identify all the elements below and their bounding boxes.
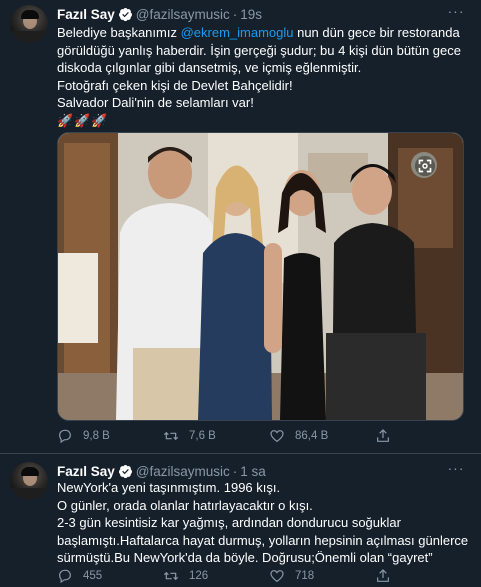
text-line: diskoda çılgınlar gibi dansetmiş, ve içm…: [57, 60, 362, 75]
reply-count: 455: [83, 570, 103, 582]
reply-count: 9,8 B: [83, 430, 110, 442]
retweet-button[interactable]: 126: [163, 568, 208, 584]
like-button[interactable]: 718: [269, 568, 314, 584]
separator: ·: [232, 6, 238, 22]
author-name[interactable]: Fazıl Say: [57, 464, 115, 479]
reply-icon: [59, 429, 71, 444]
text-line: NewYork'a yeni taşınmıştım. 1996 kışı.: [57, 480, 281, 495]
separator: ·: [232, 463, 238, 479]
text-line: sürmüştü.Bu NewYork'da da böyle. Doğrusu…: [57, 550, 433, 565]
retweet-count: 7,6 B: [189, 430, 216, 442]
rocket-emoji: 🚀🚀🚀: [57, 112, 109, 128]
timestamp[interactable]: 19s: [240, 7, 262, 22]
text-line: Belediye başkanımız @ekrem_imamoglu nun …: [57, 25, 460, 40]
mention-link[interactable]: @ekrem_imamoglu: [181, 25, 294, 40]
tweet-photo[interactable]: [57, 132, 464, 421]
tweet-actions: 9,8 B 7,6 B 86,4 B: [57, 428, 462, 446]
more-icon[interactable]: ···: [447, 461, 465, 477]
author-name[interactable]: Fazıl Say: [57, 7, 115, 22]
group-photo-image: [58, 133, 463, 420]
timestamp[interactable]: 1 sa: [240, 464, 266, 479]
like-icon: [270, 430, 284, 443]
tweet-header: Fazıl Say @fazilsaymusic · 19s: [57, 5, 262, 23]
author-handle[interactable]: @fazilsaymusic: [136, 7, 230, 22]
reply-button[interactable]: 9,8 B: [57, 428, 110, 444]
text-line: 2-3 gün kesintisiz kar yağmış, ardından …: [57, 515, 401, 530]
text-line: Fotoğrafı çeken kişi de Devlet Bahçelidi…: [57, 77, 293, 93]
like-count: 86,4 B: [295, 430, 329, 442]
reply-button[interactable]: 455: [57, 568, 102, 584]
share-button[interactable]: [375, 568, 401, 584]
share-button[interactable]: [375, 428, 401, 444]
like-count: 718: [295, 570, 315, 582]
text-line: görüldüğü yanlış haberdir. İşin gerçeği …: [57, 42, 461, 58]
retweet-icon: [163, 571, 179, 581]
like-icon: [270, 570, 284, 583]
more-icon[interactable]: ···: [447, 4, 465, 20]
verified-badge-icon: [118, 464, 132, 478]
retweet-button[interactable]: 7,6 B: [163, 428, 216, 444]
share-icon: [377, 569, 389, 582]
reply-icon: [59, 569, 71, 584]
avatar[interactable]: [10, 462, 48, 500]
verified-badge-icon: [118, 7, 132, 21]
tweet-text: NewYork'a yeni taşınmıştım. 1996 kışı. O…: [57, 479, 469, 567]
text-line: O günler, orada olanlar hatırlayacaktır …: [57, 497, 313, 513]
tweet-header: Fazıl Say @fazilsaymusic · 1 sa: [57, 462, 266, 480]
author-handle[interactable]: @fazilsaymusic: [136, 464, 230, 479]
tweet-1[interactable]: Fazıl Say @fazilsaymusic · 19s ··· Beled…: [0, 0, 481, 455]
retweet-icon: [163, 431, 179, 441]
avatar[interactable]: [10, 5, 48, 43]
text-line: Salvador Dali'nin de selamları var!: [57, 95, 254, 110]
tweet-actions: 455 126 718: [57, 568, 462, 586]
expand-photo-icon[interactable]: [414, 155, 436, 177]
share-icon: [377, 429, 389, 442]
tweet-2[interactable]: Fazıl Say @fazilsaymusic · 1 sa ··· NewY…: [0, 454, 481, 587]
text-line: başlamıştı.Haftalarca hayat durmuş, yoll…: [57, 532, 469, 548]
like-button[interactable]: 86,4 B: [269, 428, 328, 444]
tweet-text: Belediye başkanımız @ekrem_imamoglu nun …: [57, 24, 462, 129]
retweet-count: 126: [189, 570, 209, 582]
